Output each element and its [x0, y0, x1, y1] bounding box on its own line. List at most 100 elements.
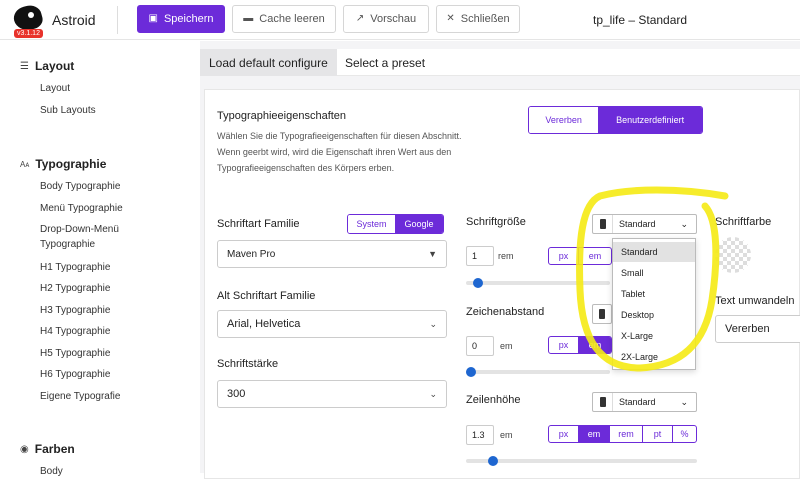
line-height-unit-toggle: px em rem pt % [548, 425, 697, 443]
font-size-unit: rem [498, 251, 514, 261]
alt-font-family-label: Alt Schriftart Familie [217, 290, 316, 302]
preset-bar: Load default configure Select a preset [200, 49, 800, 76]
sidebar-section-typography[interactable]: Aᴀ Typographie [20, 157, 106, 171]
sidebar-item-h6-typography[interactable]: H6 Typographie [40, 368, 110, 381]
font-size-slider-track[interactable] [466, 281, 610, 285]
divider [117, 6, 118, 34]
sidebar-item-body[interactable]: Body [40, 465, 63, 478]
system-font-button[interactable]: System [348, 215, 396, 233]
sidebar-item-layout[interactable]: Layout [40, 82, 70, 95]
unit-px-button[interactable]: px [549, 337, 579, 353]
font-size-unit-toggle: px em [548, 247, 612, 265]
section-title: Typographieeigenschaften [217, 110, 347, 122]
astroid-logo: v3.1.12 [11, 2, 50, 38]
sidebar-item-custom-typography[interactable]: Eigene Typografie [40, 390, 120, 403]
device-icon [593, 305, 611, 323]
dropdown-option-tablet[interactable]: Tablet [613, 284, 695, 304]
letter-spacing-label: Zeichenabstand [466, 306, 545, 318]
unit-em-button[interactable]: em [579, 337, 611, 353]
sidebar-item-h2-typography[interactable]: H2 Typographie [40, 282, 110, 295]
window-title: tp_life – Standard [593, 13, 688, 27]
sidebar-item-h5-typography[interactable]: H5 Typographie [40, 347, 110, 360]
sidebar-item-menu-typography[interactable]: Menü Typographie [40, 202, 123, 215]
dropdown-option-x-large[interactable]: X-Large [613, 326, 695, 346]
eraser-icon: ▬ [243, 13, 254, 24]
letter-spacing-input[interactable]: 0 [466, 336, 494, 356]
font-size-icon: Aᴀ [20, 159, 30, 169]
font-size-device-select[interactable]: Standard ⌄ [592, 214, 697, 234]
line-height-label: Zeilenhöhe [466, 394, 521, 406]
dropdown-option-standard[interactable]: Standard [613, 242, 695, 262]
font-color-label: Schriftfarbe [715, 216, 772, 228]
chevron-down-icon: ⌄ [429, 388, 437, 399]
inherit-button[interactable]: Vererben [529, 107, 599, 133]
sidebar-item-h3-typography[interactable]: H3 Typographie [40, 304, 110, 317]
text-transform-select[interactable]: Vererben [715, 315, 800, 343]
unit-pt-button[interactable]: pt [643, 426, 673, 442]
preview-button[interactable]: ↗ Vorschau [343, 5, 429, 33]
save-button[interactable]: ▣ Speichern [137, 5, 225, 33]
sidebar-section-colors[interactable]: ◉ Farben [20, 442, 75, 456]
inherit-toggle: Vererben Benutzerdefiniert [528, 106, 703, 134]
unit-px-button[interactable]: px [549, 248, 579, 264]
chevron-down-icon: ⌄ [680, 218, 688, 229]
external-link-icon: ↗ [355, 13, 365, 24]
font-family-label: Schriftart Familie [217, 218, 300, 230]
alt-font-family-select[interactable]: Arial, Helvetica ⌄ [217, 310, 447, 338]
font-color-swatch[interactable] [715, 237, 751, 273]
brand-name: Astroid [52, 12, 96, 28]
font-weight-select[interactable]: 300 ⌄ [217, 380, 447, 408]
unit-px-button[interactable]: px [549, 426, 579, 442]
font-size-slider-handle[interactable] [472, 278, 483, 288]
letter-spacing-unit-toggle: px em [548, 336, 612, 354]
unit-percent-button[interactable]: % [673, 426, 696, 442]
clear-cache-button[interactable]: ▬ Cache leeren [232, 5, 336, 33]
sidebar: ☰ Layout Layout Sub Layouts Aᴀ Typograph… [0, 41, 200, 477]
sidebar-item-h1-typography[interactable]: H1 Typographie [40, 261, 110, 274]
line-height-device-select[interactable]: Standard ⌄ [592, 392, 697, 412]
version-badge: v3.1.12 [14, 29, 43, 38]
sidebar-item-sub-layouts[interactable]: Sub Layouts [40, 104, 96, 117]
close-button[interactable]: ✕ Schließen [436, 5, 520, 33]
letter-spacing-unit: em [500, 341, 513, 351]
line-height-input[interactable]: 1.3 [466, 425, 494, 445]
sidebar-item-dropdown-typography[interactable]: Typographie [40, 238, 95, 251]
top-toolbar: v3.1.12 Astroid ▣ Speichern ▬ Cache leer… [0, 0, 800, 40]
load-default-config-tab[interactable]: Load default configure [200, 49, 337, 76]
layers-icon: ☰ [20, 60, 29, 72]
dropdown-option-2x-large[interactable]: 2X-Large [613, 347, 695, 367]
device-icon [593, 215, 613, 233]
chevron-down-icon: ⌄ [429, 318, 437, 329]
font-family-select[interactable]: Maven Pro ▼ [217, 240, 447, 268]
palette-icon: ◉ [20, 443, 29, 455]
floppy-disk-icon: ▣ [148, 13, 158, 24]
google-font-button[interactable]: Google [395, 215, 443, 233]
select-preset-tab[interactable]: Select a preset [336, 49, 434, 76]
sidebar-section-layout[interactable]: ☰ Layout [20, 59, 74, 73]
device-dropdown-menu: Standard Small Tablet Desktop X-Large 2X… [612, 238, 696, 370]
section-description: Wählen Sie die Typografieeigenschaften f… [217, 131, 462, 173]
text-transform-label: Text umwandeln [715, 295, 795, 307]
font-weight-label: Schriftstärke [217, 358, 279, 370]
line-height-slider-track[interactable] [466, 459, 697, 463]
letter-spacing-slider-track[interactable] [466, 370, 610, 374]
font-size-label: Schriftgröße [466, 216, 526, 228]
line-height-unit: em [500, 430, 513, 440]
custom-button[interactable]: Benutzerdefiniert [598, 107, 702, 133]
font-source-toggle: System Google [347, 214, 444, 234]
sidebar-item-body-typography[interactable]: Body Typographie [40, 180, 120, 193]
chevron-down-icon: ⌄ [680, 396, 688, 407]
dropdown-option-desktop[interactable]: Desktop [613, 305, 695, 325]
font-size-input[interactable]: 1 [466, 246, 494, 266]
device-icon [593, 393, 613, 411]
sidebar-item-dropdown-menu[interactable]: Drop-Down-Menü [40, 223, 119, 236]
letter-spacing-slider-handle[interactable] [466, 367, 476, 377]
unit-em-button[interactable]: em [579, 248, 611, 264]
unit-em-button[interactable]: em [579, 426, 610, 442]
dropdown-option-small[interactable]: Small [613, 263, 695, 283]
close-icon: ✕ [446, 13, 455, 24]
letter-spacing-device-select[interactable] [592, 304, 612, 324]
caret-down-icon: ▼ [428, 249, 437, 259]
unit-rem-button[interactable]: rem [610, 426, 643, 442]
sidebar-item-h4-typography[interactable]: H4 Typographie [40, 325, 110, 338]
